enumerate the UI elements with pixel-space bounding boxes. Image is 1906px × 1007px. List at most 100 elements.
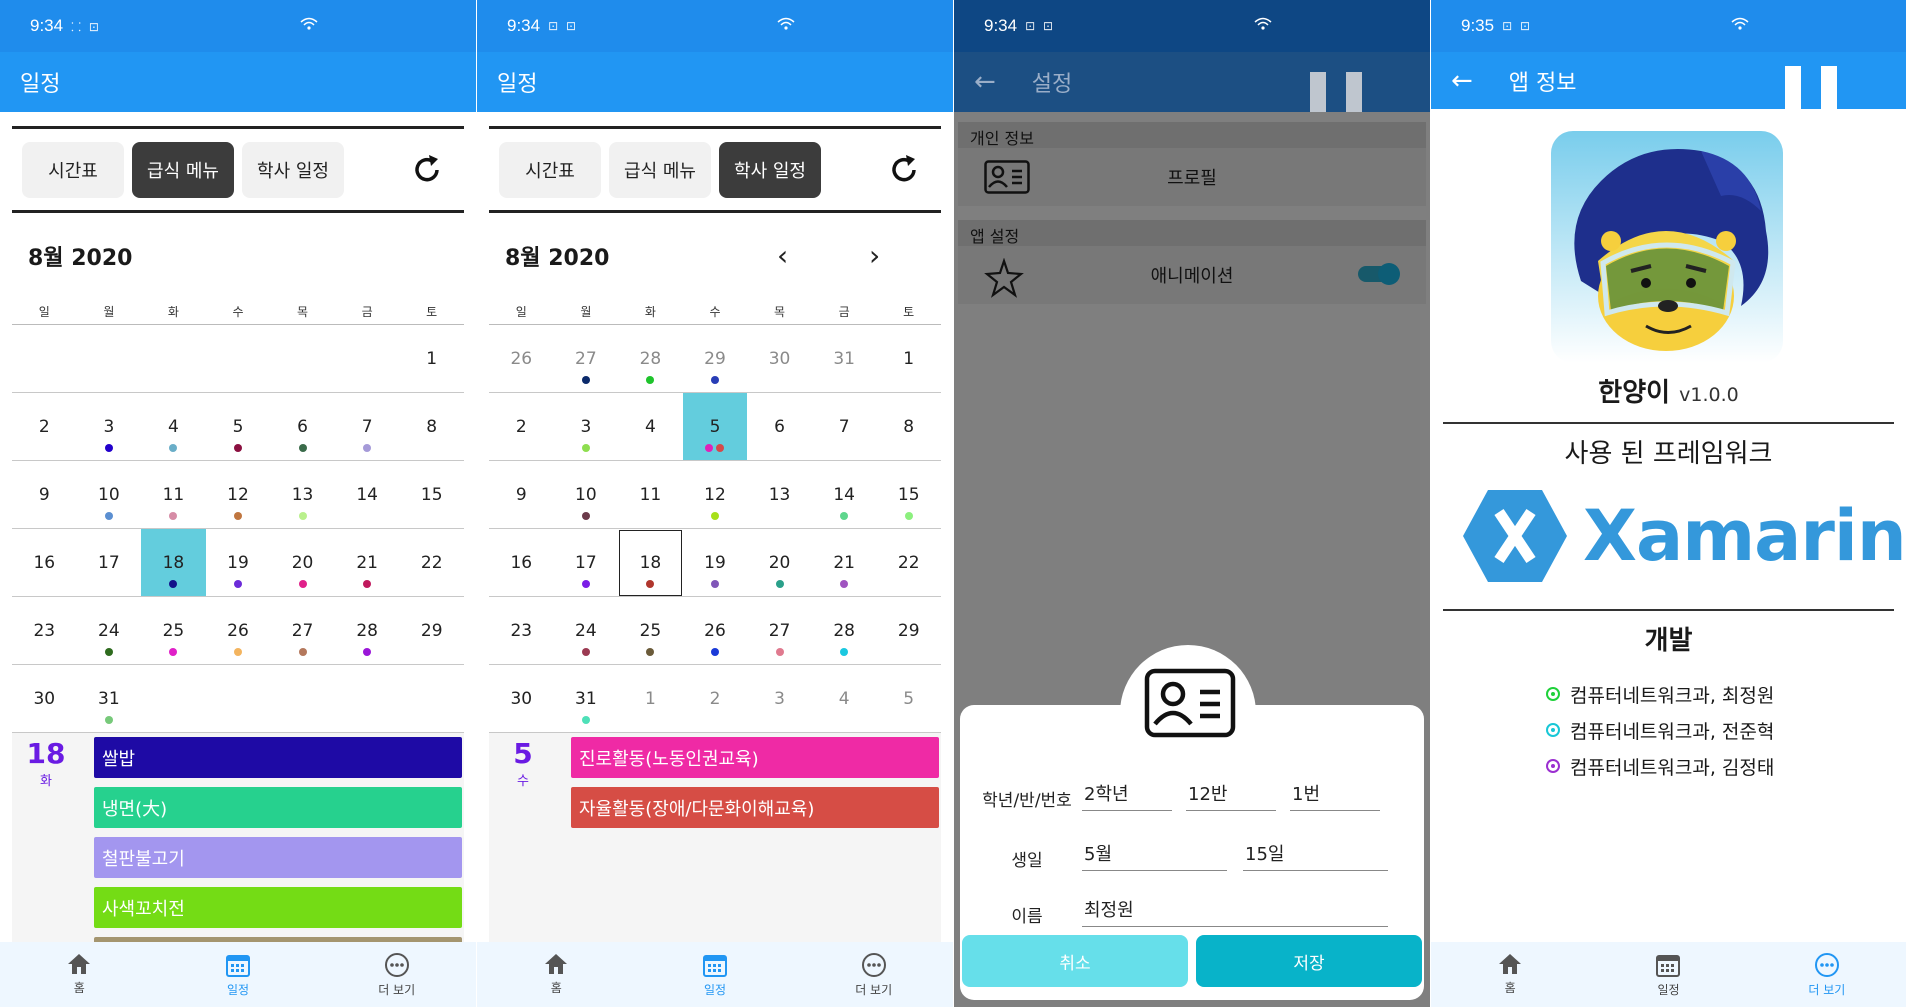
animation-toggle[interactable] [1358,263,1400,285]
calendar-day[interactable]: 22 [876,529,941,597]
calendar-day[interactable]: 10 [76,461,142,529]
calendar-day[interactable]: 6 [747,393,812,461]
nav-schedule[interactable]: 일정 [1589,942,1747,1007]
calendar-day[interactable]: 23 [12,597,77,665]
calendar-day[interactable]: 18 [141,529,206,597]
tab-academic-schedule[interactable]: 학사 일정 [242,141,344,198]
calendar-day[interactable]: 3 [76,393,142,461]
calendar-day[interactable]: 6 [270,393,335,461]
calendar-day[interactable]: 13 [270,461,335,529]
calendar-day[interactable]: 22 [399,529,464,597]
birth-month-field[interactable]: 5월 [1082,840,1227,871]
nav-home[interactable]: 홈 [477,942,636,1007]
event-item[interactable]: 자율활동(장애/다문화이해교육) [571,787,939,828]
calendar-day[interactable]: 27 [553,325,619,393]
calendar-day[interactable]: 7 [811,393,877,461]
calendar-day[interactable]: 11 [618,461,683,529]
tab-timetable[interactable]: 시간표 [22,141,124,198]
calendar-day[interactable]: 14 [334,461,400,529]
tab-timetable[interactable]: 시간표 [499,141,601,198]
calendar-day[interactable]: 24 [76,597,142,665]
calendar-day[interactable]: 12 [682,461,748,529]
calendar-day[interactable]: 30 [12,665,77,733]
calendar-day[interactable]: 17 [553,529,619,597]
tab-meal-menu[interactable]: 급식 메뉴 [609,141,711,198]
nav-schedule[interactable]: 일정 [159,942,318,1007]
calendar-day[interactable]: 2 [489,393,554,461]
calendar-day[interactable]: 29 [399,597,464,665]
event-item[interactable]: 철판불고기 [94,837,462,878]
calendar-day[interactable]: 16 [489,529,554,597]
calendar-day[interactable]: 17 [76,529,142,597]
calendar-day[interactable]: 31 [553,665,619,733]
calendar-day[interactable]: 4 [618,393,683,461]
calendar-day[interactable]: 27 [747,597,812,665]
calendar-day[interactable]: 1 [399,325,464,393]
calendar-day[interactable]: 27 [270,597,335,665]
nav-home[interactable]: 홈 [1431,942,1589,1007]
calendar-day[interactable]: 20 [747,529,812,597]
calendar-day[interactable]: 16 [12,529,77,597]
nav-more[interactable]: 더 보기 [317,942,476,1007]
calendar-day[interactable]: 29 [682,325,748,393]
event-item[interactable]: 냉면(大) [94,787,462,828]
calendar-day[interactable]: 2 [12,393,77,461]
grade-field[interactable]: 2학년 [1082,780,1172,811]
calendar-day[interactable]: 10 [553,461,619,529]
calendar-day[interactable]: 11 [141,461,206,529]
calendar-day[interactable]: 26 [205,597,271,665]
event-item[interactable]: 사색꼬치전 [94,887,462,928]
calendar-day[interactable]: 30 [489,665,554,733]
calendar-day[interactable]: 13 [747,461,812,529]
calendar-day[interactable]: 1 [876,325,941,393]
calendar-day[interactable]: 5 [682,393,748,461]
calendar-day[interactable]: 4 [811,665,877,733]
calendar-day[interactable]: 21 [811,529,877,597]
calendar-day[interactable]: 19 [682,529,748,597]
tab-academic-schedule[interactable]: 학사 일정 [719,141,821,198]
calendar-day[interactable]: 28 [811,597,877,665]
calendar-day[interactable]: 29 [876,597,941,665]
calendar-day[interactable]: 20 [270,529,335,597]
refresh-icon[interactable] [887,153,921,187]
calendar-day[interactable]: 3 [747,665,812,733]
refresh-icon[interactable] [410,153,444,187]
calendar-day[interactable]: 24 [553,597,619,665]
calendar-day[interactable]: 3 [553,393,619,461]
name-field[interactable]: 최정원 [1082,896,1388,927]
calendar-day[interactable]: 28 [618,325,683,393]
nav-schedule[interactable]: 일정 [636,942,795,1007]
calendar-day[interactable]: 5 [876,665,941,733]
calendar-day[interactable]: 30 [747,325,812,393]
class-field[interactable]: 12반 [1186,780,1276,811]
nav-more[interactable]: 더 보기 [794,942,953,1007]
calendar-day[interactable]: 4 [141,393,206,461]
calendar-day[interactable]: 18 [618,529,683,597]
calendar-day[interactable]: 7 [334,393,400,461]
calendar-day[interactable]: 31 [76,665,142,733]
calendar-day[interactable]: 12 [205,461,271,529]
calendar-day[interactable]: 9 [489,461,554,529]
calendar-day[interactable]: 1 [618,665,683,733]
calendar-day[interactable]: 2 [682,665,748,733]
calendar-day[interactable]: 8 [399,393,464,461]
birth-day-field[interactable]: 15일 [1243,840,1388,871]
event-item[interactable]: 진로활동(노동인권교육) [571,737,939,778]
calendar-day[interactable]: 31 [811,325,877,393]
tab-meal-menu[interactable]: 급식 메뉴 [132,141,234,198]
calendar-day[interactable]: 25 [618,597,683,665]
profile-row[interactable]: 프로필 [958,148,1426,206]
prev-month-button[interactable]: ‹ [777,239,788,272]
back-arrow-icon[interactable]: ← [974,67,996,97]
calendar-day[interactable]: 21 [334,529,400,597]
calendar-day[interactable]: 14 [811,461,877,529]
number-field[interactable]: 1번 [1290,780,1380,811]
next-month-button[interactable]: › [869,239,880,272]
cancel-button[interactable]: 취소 [962,935,1188,987]
calendar-day[interactable]: 15 [399,461,464,529]
event-item[interactable]: 쌀밥 [94,737,462,778]
calendar-day[interactable]: 26 [489,325,554,393]
nav-more[interactable]: 더 보기 [1748,942,1906,1007]
calendar-day[interactable]: 26 [682,597,748,665]
calendar-day[interactable]: 28 [334,597,400,665]
